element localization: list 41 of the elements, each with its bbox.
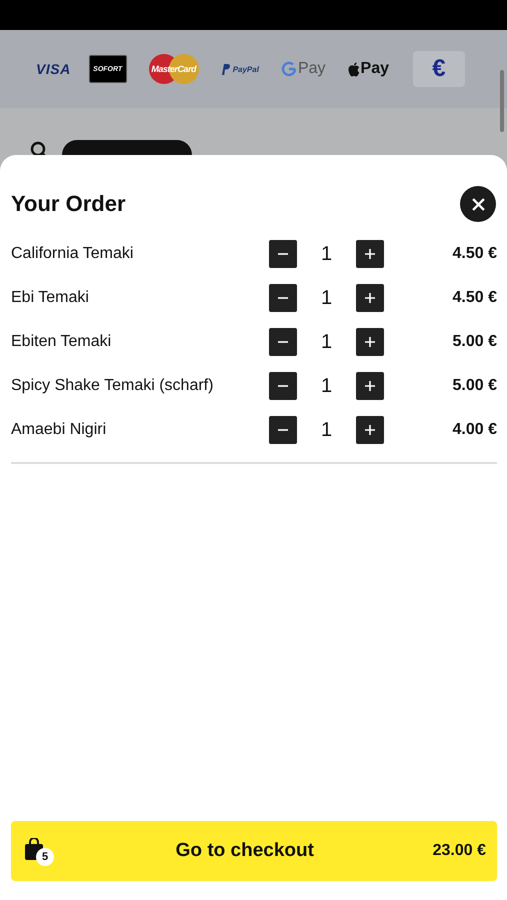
item-name: California Temaki [11, 245, 134, 263]
increase-button[interactable] [356, 328, 384, 356]
item-price: 5.00 € [452, 377, 497, 395]
quantity: 1 [320, 374, 334, 398]
paypal-logo: PayPal [220, 64, 259, 74]
google-pay-logo: Pay [280, 60, 326, 78]
scrollbar [500, 70, 504, 132]
apple-pay-logo: Pay [348, 60, 389, 78]
item-name: Spicy Shake Temaki (scharf) [11, 377, 214, 395]
quantity: 1 [320, 286, 334, 310]
checkout-button[interactable]: 5 Go to checkout 23.00 € [11, 821, 497, 881]
decrease-button[interactable] [269, 372, 297, 400]
quantity: 1 [320, 330, 334, 354]
item-price: 4.00 € [452, 421, 497, 439]
plus-icon [364, 380, 376, 392]
increase-button[interactable] [356, 284, 384, 312]
close-button[interactable] [460, 186, 496, 222]
item-count-badge: 5 [36, 848, 54, 866]
plus-icon [364, 292, 376, 304]
increase-button[interactable] [356, 240, 384, 268]
plus-icon [364, 424, 376, 436]
item-price: 4.50 € [452, 289, 497, 307]
item-name: Ebiten Temaki [11, 333, 112, 351]
item-name: Ebi Temaki [11, 289, 90, 307]
item-price: 4.50 € [452, 245, 497, 263]
decrease-button[interactable] [269, 328, 297, 356]
close-icon [472, 198, 484, 210]
currency-button[interactable]: € [412, 51, 465, 87]
sheet-title: Your Order [11, 191, 126, 217]
decrease-button[interactable] [269, 416, 297, 444]
plus-icon [364, 336, 376, 348]
item-price: 5.00 € [452, 333, 497, 351]
decrease-button[interactable] [269, 240, 297, 268]
decrease-button[interactable] [269, 284, 297, 312]
quantity: 1 [320, 418, 334, 442]
item-name: Amaebi Nigiri [11, 421, 108, 439]
plus-icon [364, 248, 376, 260]
visa-logo: VISA [36, 61, 71, 77]
quantity: 1 [320, 242, 334, 266]
increase-button[interactable] [356, 416, 384, 444]
increase-button[interactable] [356, 372, 384, 400]
